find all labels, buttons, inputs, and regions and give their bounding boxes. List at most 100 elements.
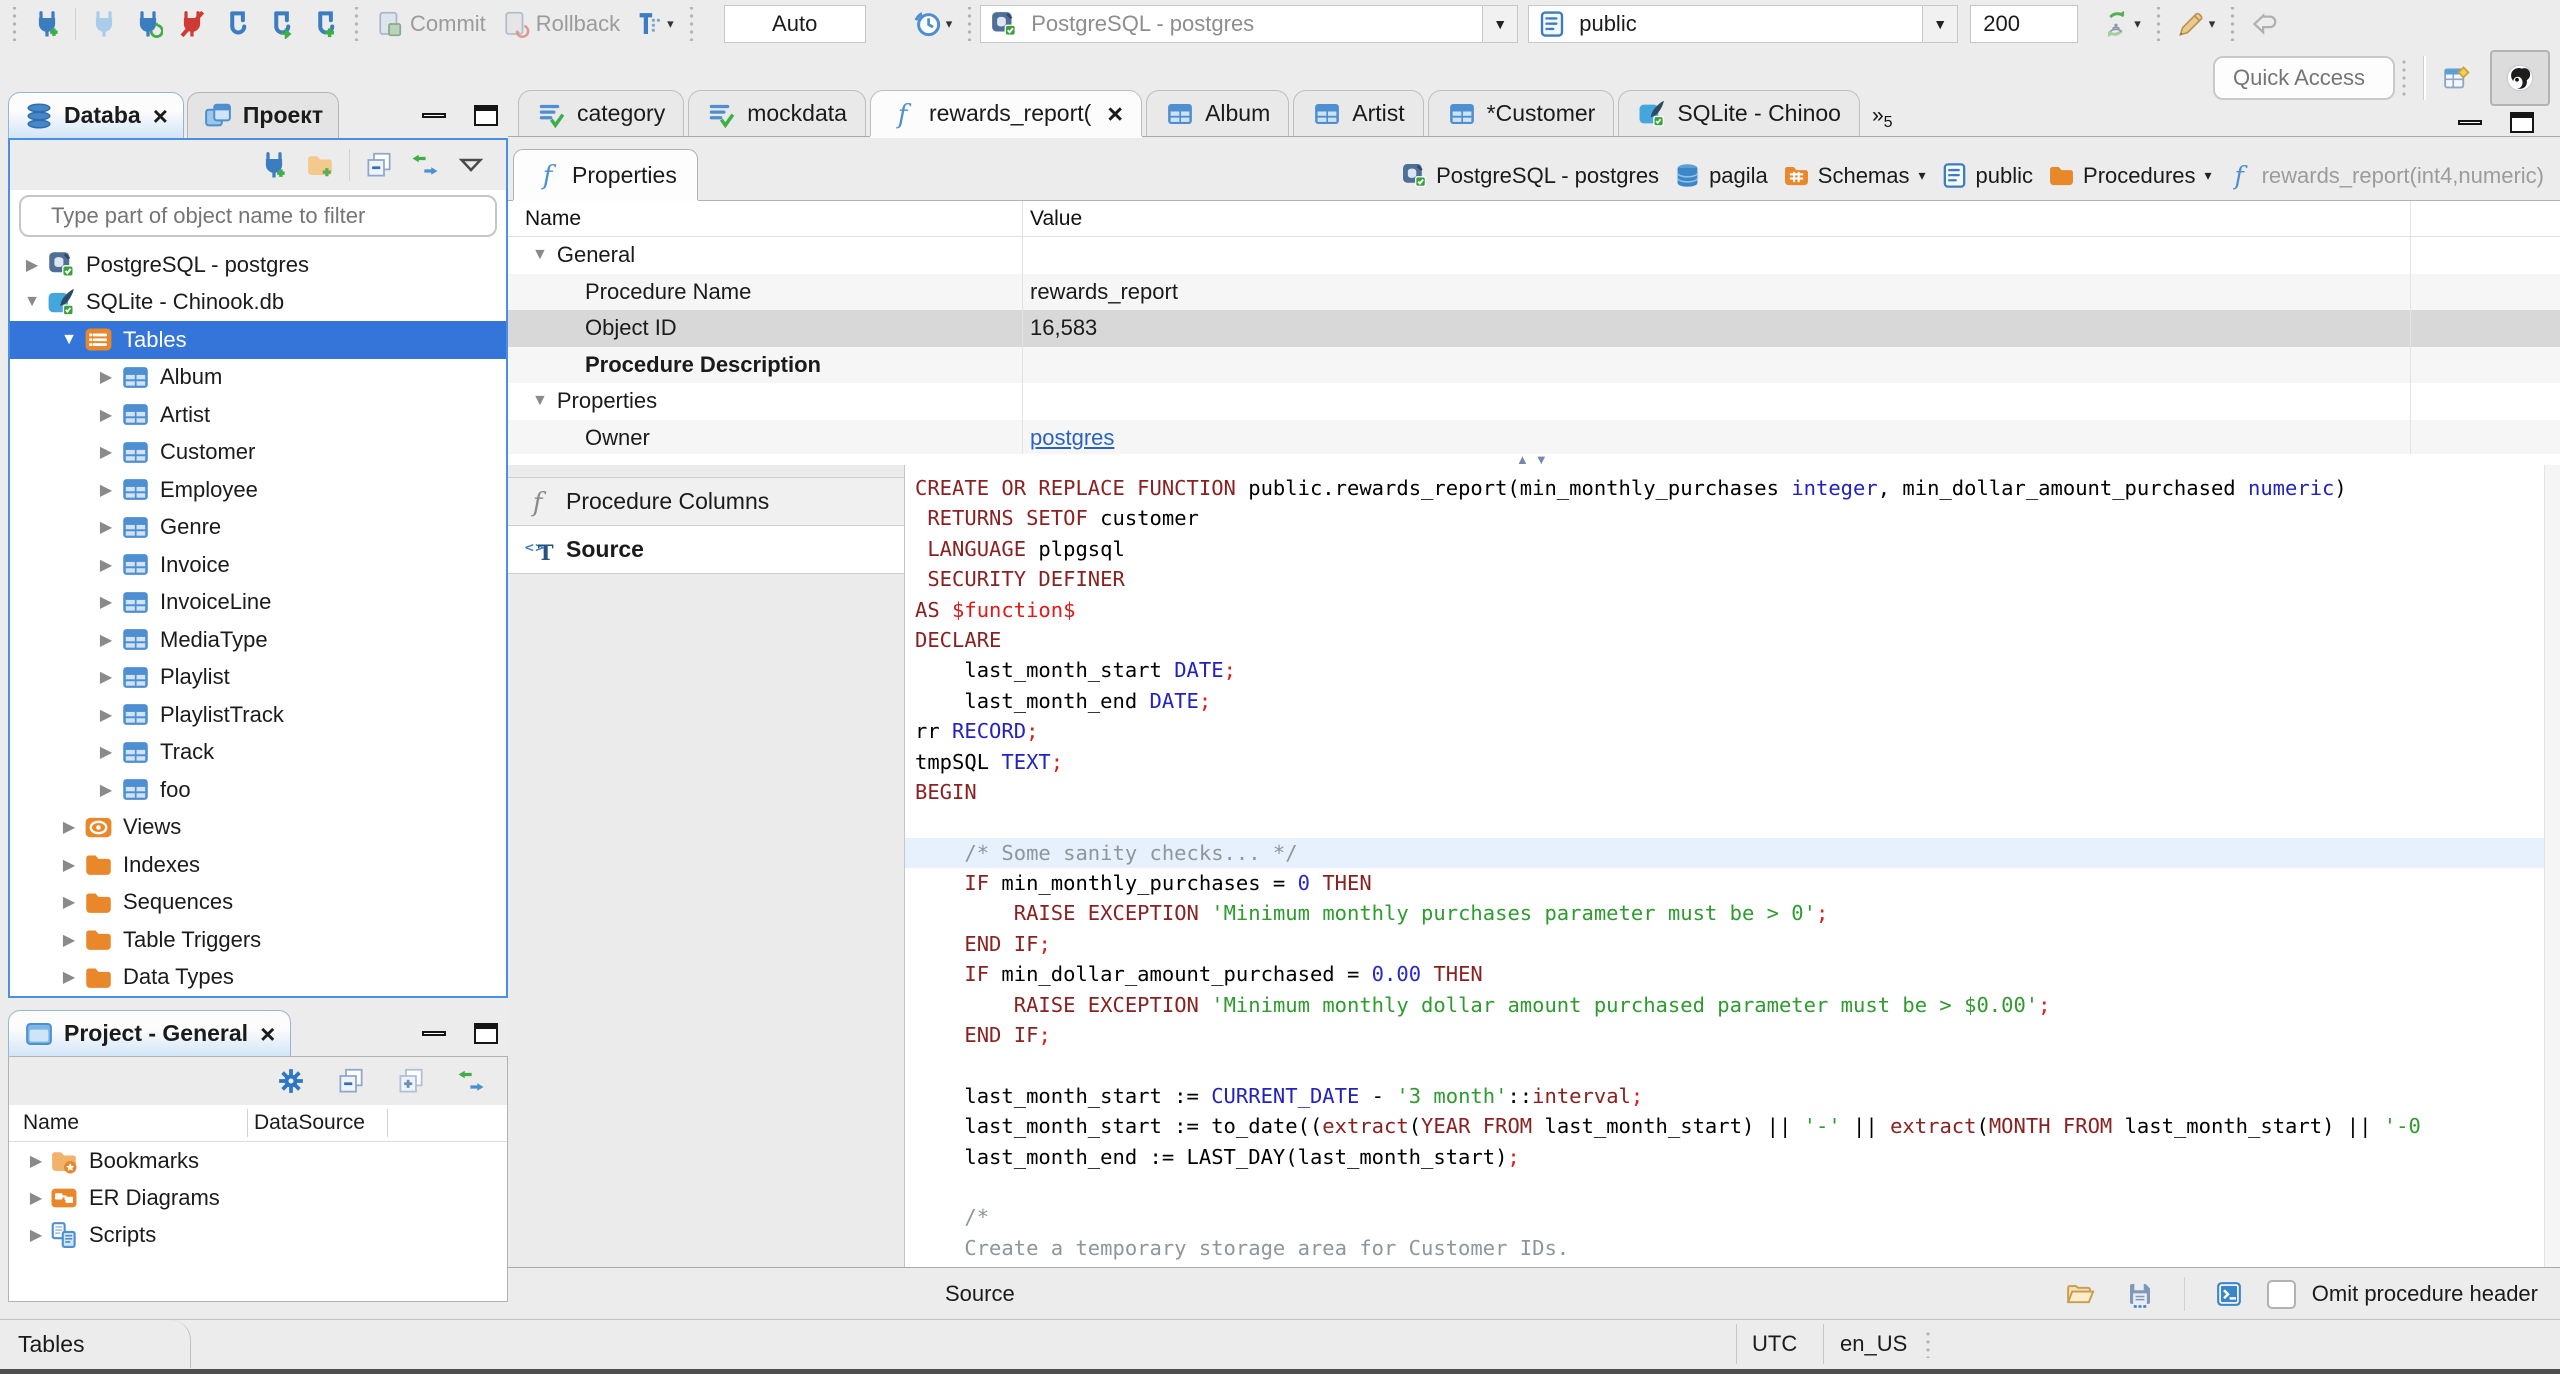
minimize-icon[interactable] bbox=[2458, 120, 2482, 125]
editor-tab-album[interactable]: Album bbox=[1146, 90, 1290, 136]
maximize-icon[interactable] bbox=[474, 1023, 498, 1044]
code-line[interactable]: RAISE EXCEPTION 'Minimum monthly purchas… bbox=[905, 898, 2560, 928]
active-schema-combo[interactable]: public ▼ bbox=[1528, 5, 1959, 43]
code-line[interactable]: END IF; bbox=[905, 1020, 2560, 1050]
tree-item-invoiceline[interactable]: ▶ InvoiceLine bbox=[10, 584, 506, 622]
sql-editor-button[interactable] bbox=[214, 3, 258, 45]
expand-arrow-icon[interactable]: ▶ bbox=[23, 1188, 49, 1208]
new-connection-button[interactable] bbox=[25, 3, 69, 45]
breadcrumb-item-schemas[interactable]: Schemas ▾ bbox=[1782, 161, 1926, 190]
code-line[interactable] bbox=[905, 1050, 2560, 1080]
column-divider[interactable] bbox=[1022, 201, 1023, 455]
property-row-procedure-name[interactable]: Procedure Name rewards_report bbox=[508, 273, 2560, 310]
link-with-editor-button[interactable] bbox=[402, 144, 448, 186]
minimize-icon[interactable] bbox=[422, 113, 446, 118]
code-line[interactable]: IF min_monthly_purchases = 0 THEN bbox=[905, 868, 2560, 898]
breadcrumb-item-public[interactable]: public bbox=[1940, 161, 2033, 190]
view-menu-button[interactable] bbox=[448, 144, 494, 186]
code-line[interactable]: SECURITY DEFINER bbox=[905, 564, 2560, 594]
code-line[interactable]: tmpSQL TEXT; bbox=[905, 747, 2560, 777]
subnav-procedure-columns[interactable]: f Procedure Columns bbox=[508, 477, 904, 526]
property-row-properties[interactable]: ▼ Properties bbox=[508, 383, 2560, 420]
collapse-arrow-icon[interactable]: ▼ bbox=[532, 246, 548, 264]
expand-arrow-icon[interactable]: ▶ bbox=[55, 967, 83, 987]
property-row-general[interactable]: ▼ General bbox=[508, 237, 2560, 274]
code-line[interactable]: /* bbox=[905, 1202, 2560, 1232]
chevron-down-icon[interactable]: ▾ bbox=[2205, 167, 2212, 184]
code-line[interactable]: last_month_start DATE; bbox=[905, 655, 2560, 685]
editor-tab-sqlite-chinoo[interactable]: SQLite - Chinoo bbox=[1618, 90, 1860, 136]
refresh-button[interactable]: ▾ bbox=[2094, 3, 2148, 45]
collapse-arrow-icon[interactable]: ▼ bbox=[532, 392, 548, 410]
open-sql-script-button[interactable] bbox=[258, 3, 302, 45]
tree-item-indexes[interactable]: ▶ Indexes bbox=[10, 846, 506, 884]
tree-item-mediatype[interactable]: ▶ MediaType bbox=[10, 621, 506, 659]
editor-tab-mockdata[interactable]: mockdata bbox=[688, 90, 866, 136]
new-sql-editor-button[interactable] bbox=[302, 3, 346, 45]
maximize-icon[interactable] bbox=[474, 105, 498, 126]
close-icon[interactable]: × bbox=[153, 103, 168, 129]
collapse-arrow-icon[interactable]: ▼ bbox=[18, 293, 46, 311]
hidden-tabs-chevron[interactable]: »5 bbox=[1872, 104, 1893, 136]
column-header-datasource[interactable]: DataSource bbox=[254, 1111, 365, 1135]
tree-item-playlisttrack[interactable]: ▶ PlaylistTrack bbox=[10, 696, 506, 734]
code-line[interactable]: last_month_start := to_date((extract(YEA… bbox=[905, 1111, 2560, 1141]
expand-arrow-icon[interactable]: ▶ bbox=[18, 255, 46, 275]
column-divider[interactable] bbox=[2410, 201, 2411, 455]
source-code-viewer[interactable]: CREATE OR REPLACE FUNCTION public.reward… bbox=[905, 465, 2560, 1268]
commit-mode-combo[interactable]: Auto bbox=[723, 5, 866, 43]
collapse-all-button[interactable] bbox=[329, 1060, 373, 1102]
active-connection-combo[interactable]: PostgreSQL - postgres ▼ bbox=[980, 5, 1519, 43]
tree-item-postgresql-postgres[interactable]: ▶ PostgreSQL - postgres bbox=[10, 246, 506, 284]
code-line[interactable]: CREATE OR REPLACE FUNCTION public.reward… bbox=[905, 473, 2560, 503]
tree-item-invoice[interactable]: ▶ Invoice bbox=[10, 546, 506, 584]
tree-item-album[interactable]: ▶ Album bbox=[10, 359, 506, 397]
expand-arrow-icon[interactable]: ▶ bbox=[92, 442, 120, 462]
tab-properties[interactable]: f Properties bbox=[513, 149, 698, 200]
expand-arrow-icon[interactable]: ▶ bbox=[92, 592, 120, 612]
breadcrumb-item-rewards-report-int4-numeric[interactable]: f rewards_report(int4,numeric) bbox=[2226, 161, 2544, 190]
expand-arrow-icon[interactable]: ▶ bbox=[92, 555, 120, 575]
tree-item-customer[interactable]: ▶ Customer bbox=[10, 434, 506, 472]
collapse-arrow-icon[interactable]: ▼ bbox=[55, 331, 83, 349]
tree-item-artist[interactable]: ▶ Artist bbox=[10, 396, 506, 434]
subnav-source[interactable]: <> T Source bbox=[508, 526, 904, 574]
combo-arrow-button[interactable]: ▼ bbox=[1482, 6, 1518, 42]
editor-tab-rewards-report[interactable]: f rewards_report(× bbox=[869, 90, 1143, 136]
tree-item-table-triggers[interactable]: ▶ Table Triggers bbox=[10, 921, 506, 959]
tab-project-general[interactable]: Project - General × bbox=[8, 1010, 292, 1056]
column-header-value[interactable]: Value bbox=[1022, 207, 1082, 231]
code-line[interactable]: AS $function$ bbox=[905, 595, 2560, 625]
code-line[interactable]: BEGIN bbox=[905, 777, 2560, 807]
edit-button[interactable]: ▾ bbox=[2169, 3, 2223, 45]
code-line[interactable]: last_month_start := CURRENT_DATE - '3 mo… bbox=[905, 1081, 2560, 1111]
code-line[interactable]: rr RECORD; bbox=[905, 716, 2560, 746]
tab-database-navigator[interactable]: Databa × bbox=[8, 92, 184, 138]
expand-arrow-icon[interactable]: ▶ bbox=[23, 1151, 49, 1171]
link-with-editor-button[interactable] bbox=[449, 1060, 493, 1102]
combo-arrow-button[interactable]: ▼ bbox=[1922, 6, 1958, 42]
expand-arrow-icon[interactable]: ▶ bbox=[55, 930, 83, 950]
scrollbar[interactable] bbox=[2544, 465, 2560, 1268]
status-locale[interactable]: en_US bbox=[1840, 1320, 1907, 1368]
code-line[interactable]: LANGUAGE plpgsql bbox=[905, 534, 2560, 564]
tree-item-data-types[interactable]: ▶ Data Types bbox=[10, 959, 506, 997]
code-line[interactable]: IF min_dollar_amount_purchased = 0.00 TH… bbox=[905, 959, 2560, 989]
expand-arrow-icon[interactable]: ▶ bbox=[23, 1225, 49, 1245]
editor-tab-customer[interactable]: *Customer bbox=[1427, 90, 1615, 136]
tree-item-track[interactable]: ▶ Track bbox=[10, 734, 506, 772]
rollback-button[interactable]: Rollback bbox=[493, 3, 627, 45]
save-to-file-button[interactable] bbox=[2118, 1273, 2162, 1315]
back-button[interactable] bbox=[2243, 3, 2287, 45]
close-icon[interactable]: × bbox=[260, 1021, 275, 1047]
column-divider[interactable] bbox=[387, 1109, 388, 1137]
splitter-sash[interactable]: ▲▼ bbox=[508, 452, 2560, 467]
new-connection-button[interactable] bbox=[251, 144, 297, 186]
maximize-icon[interactable] bbox=[2510, 112, 2534, 133]
code-line[interactable]: RETURNS SETOF customer bbox=[905, 503, 2560, 533]
expand-arrow-icon[interactable]: ▶ bbox=[92, 742, 120, 762]
expand-all-button[interactable] bbox=[389, 1060, 433, 1102]
project-item-scripts[interactable]: ▶ Scripts bbox=[9, 1216, 507, 1253]
code-line[interactable]: Create a temporary storage area for Cust… bbox=[905, 1233, 2560, 1263]
tree-item-views[interactable]: ▶ Views bbox=[10, 809, 506, 847]
